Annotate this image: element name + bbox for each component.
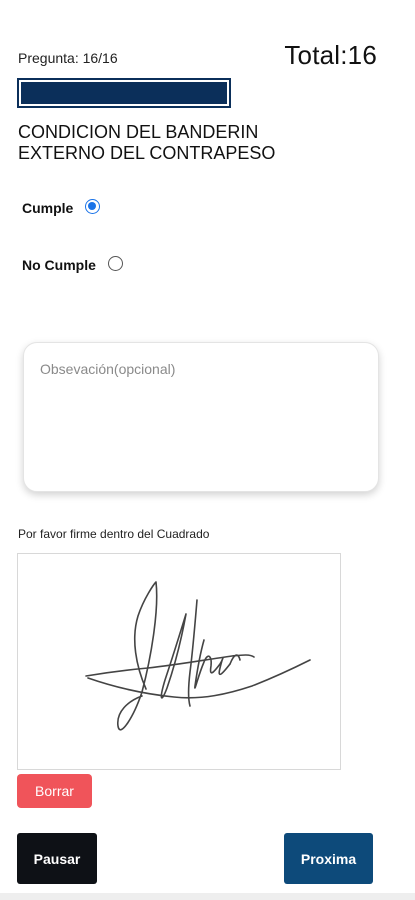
signature-strokes (85, 581, 311, 731)
bottom-bar (0, 893, 415, 900)
option-no-cumple[interactable]: No Cumple (22, 255, 123, 273)
next-button[interactable]: Proxima (284, 833, 373, 884)
question-counter: Pregunta: 16/16 (18, 50, 118, 66)
signature-instructions: Por favor firme dentro del Cuadrado (18, 527, 210, 541)
option-no-cumple-radio[interactable] (107, 255, 123, 271)
signature-pad[interactable] (17, 553, 341, 770)
total-count: Total:16 (284, 40, 377, 70)
progress-bar (17, 78, 231, 108)
question-title: CONDICION DEL BANDERIN EXTERNO DEL CONTR… (18, 122, 276, 163)
option-no-cumple-label: No Cumple (22, 257, 96, 273)
observation-field[interactable] (23, 342, 379, 492)
progress-bar-fill (19, 80, 229, 106)
option-cumple[interactable]: Cumple (22, 198, 101, 216)
signature-drawing (85, 581, 311, 731)
option-cumple-radio[interactable] (85, 198, 101, 214)
pause-button[interactable]: Pausar (17, 833, 97, 884)
option-cumple-label: Cumple (22, 200, 74, 216)
clear-signature-button[interactable]: Borrar (17, 774, 92, 808)
